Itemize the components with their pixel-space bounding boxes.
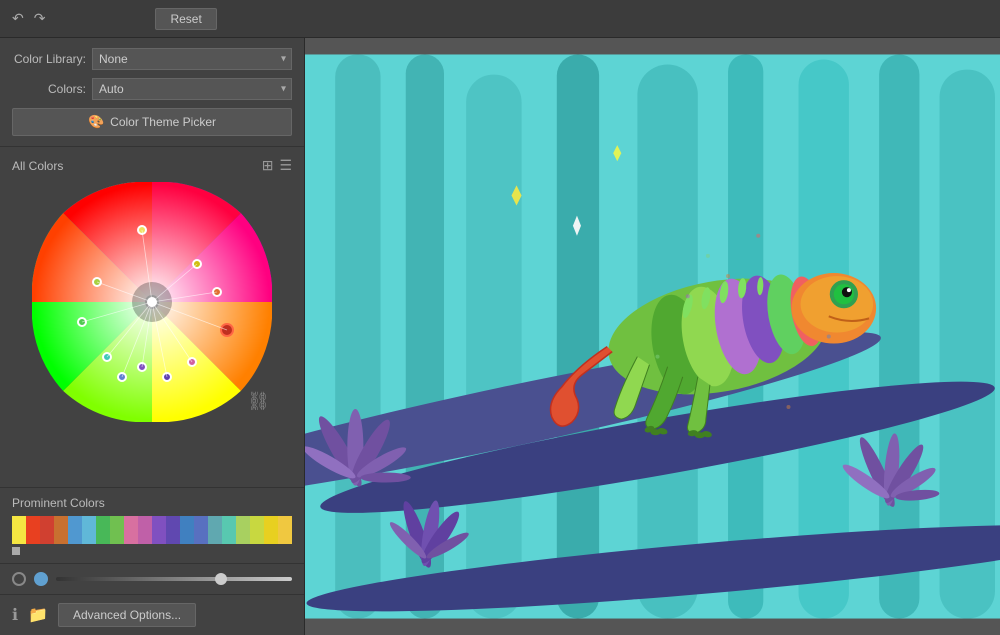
color-wheel-container: ⛓	[32, 182, 272, 422]
color-library-row: Color Library: None Pantone Trumatch	[12, 48, 292, 70]
color-swatch[interactable]	[194, 516, 208, 544]
yellow2-dot[interactable]	[192, 259, 202, 269]
color-swatch[interactable]	[82, 516, 96, 544]
color-swatch[interactable]	[68, 516, 82, 544]
advanced-options-button[interactable]: Advanced Options...	[58, 603, 196, 627]
section-header: All Colors ⊞ ☰	[12, 157, 292, 174]
bottom-controls	[0, 563, 304, 594]
color-swatch[interactable]	[138, 516, 152, 544]
pink-dot[interactable]	[187, 357, 197, 367]
center-dot[interactable]	[145, 295, 159, 309]
colors-select[interactable]: Auto 2 3 4 5	[92, 78, 292, 100]
chameleon-scene-svg	[305, 38, 1000, 635]
colors-row: Colors: Auto 2 3 4 5	[12, 78, 292, 100]
prominent-colors-title: Prominent Colors	[12, 496, 292, 510]
violet-dot[interactable]	[162, 372, 172, 382]
color-library-select[interactable]: None Pantone Trumatch	[92, 48, 292, 70]
radio-button-2[interactable]	[34, 572, 48, 586]
color-swatch[interactable]	[180, 516, 194, 544]
color-swatch[interactable]	[166, 516, 180, 544]
colors-label: Colors:	[12, 82, 92, 96]
purple-dot[interactable]	[137, 362, 147, 372]
color-swatch[interactable]	[278, 516, 292, 544]
right-panel	[305, 38, 1000, 635]
color-swatch[interactable]	[40, 516, 54, 544]
blue-dot[interactable]	[117, 372, 127, 382]
color-swatch[interactable]	[124, 516, 138, 544]
all-colors-label: All Colors	[12, 159, 63, 173]
color-swatch[interactable]	[152, 516, 166, 544]
color-swatch[interactable]	[26, 516, 40, 544]
panel-controls: Color Library: None Pantone Trumatch Col…	[0, 38, 304, 147]
slider-thumb[interactable]	[215, 573, 227, 585]
grid-view-icon[interactable]: ⊞	[262, 157, 274, 174]
undo-icon[interactable]: ↶	[12, 10, 24, 27]
eyedropper-icon: 🎨	[88, 114, 104, 130]
color-theme-picker-label: Color Theme Picker	[110, 115, 216, 129]
color-wheel-section: All Colors ⊞ ☰	[0, 147, 304, 487]
color-library-select-wrapper: None Pantone Trumatch	[92, 48, 292, 70]
header-icons: ⊞ ☰	[262, 157, 292, 174]
orange-dot[interactable]	[212, 287, 222, 297]
color-swatch[interactable]	[96, 516, 110, 544]
main-content: Color Library: None Pantone Trumatch Col…	[0, 38, 1000, 635]
color-swatch[interactable]	[208, 516, 222, 544]
green-yellow-dot[interactable]	[92, 277, 102, 287]
yellow-dot[interactable]	[137, 225, 147, 235]
color-swatch[interactable]	[110, 516, 124, 544]
bottom-toolbar: ℹ 📁 Advanced Options...	[0, 594, 304, 635]
cyan-dot[interactable]	[102, 352, 112, 362]
color-swatch[interactable]	[12, 516, 26, 544]
left-panel: Color Library: None Pantone Trumatch Col…	[0, 38, 305, 635]
color-theme-picker-button[interactable]: 🎨 Color Theme Picker	[12, 108, 292, 136]
list-view-icon[interactable]: ☰	[279, 157, 292, 174]
color-library-label: Color Library:	[12, 52, 92, 66]
reset-button[interactable]: Reset	[155, 8, 216, 30]
top-bar: ↶ ↷ Reset	[0, 0, 1000, 38]
color-swatch[interactable]	[54, 516, 68, 544]
info-icon[interactable]: ℹ	[12, 605, 18, 625]
slider-row	[12, 572, 292, 586]
link-icon[interactable]: ⛓	[247, 391, 270, 412]
prominent-colors-section: Prominent Colors	[0, 487, 304, 563]
colors-select-wrapper: Auto 2 3 4 5	[92, 78, 292, 100]
color-swatch[interactable]	[222, 516, 236, 544]
slider-track[interactable]	[56, 577, 292, 581]
color-swatch[interactable]	[236, 516, 250, 544]
color-swatch[interactable]	[264, 516, 278, 544]
redo-icon[interactable]: ↷	[34, 10, 46, 27]
red-selected-dot[interactable]	[220, 323, 234, 337]
radio-button-1[interactable]	[12, 572, 26, 586]
swatch-indicator	[12, 547, 20, 555]
green-dot[interactable]	[77, 317, 87, 327]
color-swatch[interactable]	[250, 516, 264, 544]
color-swatches	[12, 516, 292, 544]
folder-icon[interactable]: 📁	[28, 605, 48, 625]
